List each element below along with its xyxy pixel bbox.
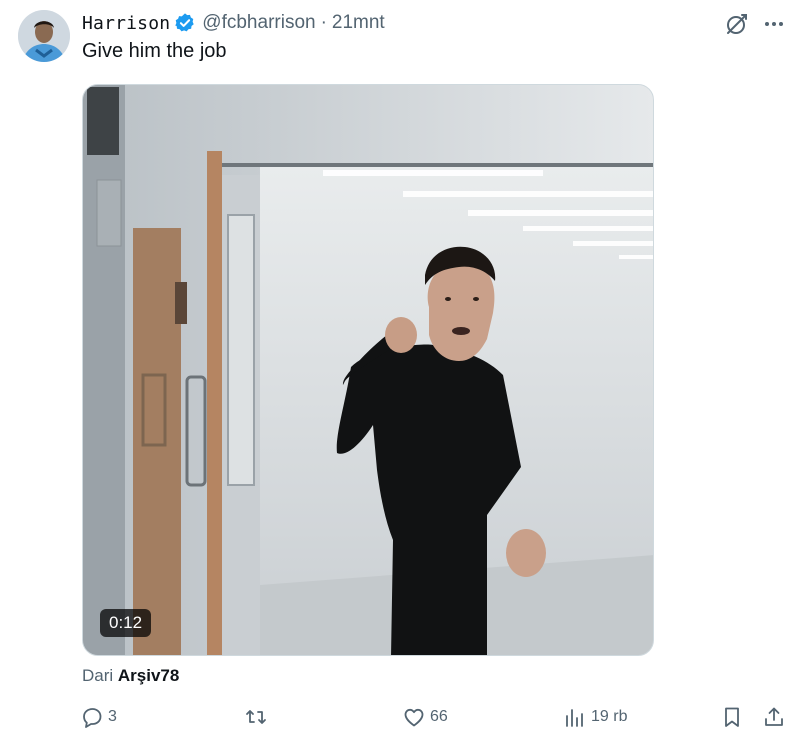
bookmark-button[interactable] xyxy=(720,705,744,729)
post-time[interactable]: 21mnt xyxy=(332,12,385,34)
post-text: Give him the job xyxy=(82,40,227,62)
source-account-link[interactable]: Arşiv78 xyxy=(118,666,179,685)
repost-icon xyxy=(246,710,266,724)
more-icon[interactable] xyxy=(762,12,786,36)
share-icon xyxy=(765,707,783,726)
avatar-image xyxy=(18,10,70,62)
verified-badge-icon xyxy=(175,13,195,32)
share-button[interactable] xyxy=(762,705,786,729)
reply-count: 3 xyxy=(108,708,117,725)
source-prefix: Dari xyxy=(82,666,114,685)
repost-button[interactable] xyxy=(244,705,268,729)
video-duration: 0:12 xyxy=(100,609,152,637)
action-bar: 3 66 19 rb xyxy=(0,705,800,737)
grok-icon[interactable] xyxy=(724,11,750,37)
like-button[interactable]: 66 xyxy=(402,705,448,729)
video-player[interactable]: 0:12 xyxy=(82,84,654,656)
like-count: 66 xyxy=(430,708,448,725)
author-name[interactable]: Harrison xyxy=(82,13,170,34)
views-icon xyxy=(566,709,583,727)
video-source: Dari Arşiv78 xyxy=(82,666,179,686)
reply-button[interactable]: 3 xyxy=(80,705,117,729)
post-header: Harrison @fcbharrison · 21mnt xyxy=(82,11,385,35)
avatar[interactable] xyxy=(18,10,70,62)
bookmark-icon xyxy=(725,707,739,727)
video-frame xyxy=(83,85,653,655)
like-icon xyxy=(404,708,424,727)
views-button[interactable]: 19 rb xyxy=(563,705,627,729)
header-separator: · xyxy=(320,12,327,33)
author-handle[interactable]: @fcbharrison xyxy=(202,12,315,34)
views-count: 19 rb xyxy=(591,708,628,725)
reply-icon xyxy=(83,708,102,728)
